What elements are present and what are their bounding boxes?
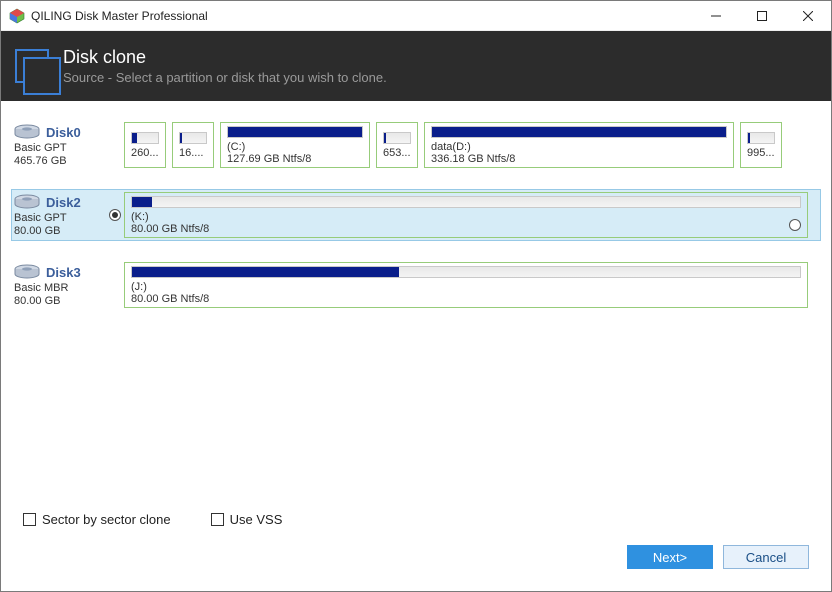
disk-row[interactable]: Disk0 Basic GPT465.76 GB 260... 16.... (C:)1… [11,119,821,171]
partitions: 260... 16.... (C:)127.69 GB Ntfs/8 653... da… [124,120,820,170]
hdd-icon [14,194,40,210]
partition[interactable]: 653... [376,122,418,168]
disk-label: Disk3 Basic MBR80.00 GB [12,260,106,310]
disk-label: Disk2 Basic GPT80.00 GB [12,190,106,240]
disk-name: Disk0 [46,125,81,140]
next-button[interactable]: Next> [627,545,713,569]
partition[interactable]: (K:)80.00 GB Ntfs/8 [124,192,808,238]
disk-name: Disk3 [46,265,81,280]
wizard-header: Disk clone Source - Select a partition o… [1,31,831,101]
window-controls [693,1,831,30]
partition-label: (J:) [131,281,801,293]
checkbox-box [211,513,224,526]
partition-size: 260... [131,147,159,159]
partition[interactable]: 995... [740,122,782,168]
disk-size: 80.00 GB [14,225,106,238]
disk-label: Disk0 Basic GPT465.76 GB [12,120,106,170]
sector-label: Sector by sector clone [42,512,171,527]
disk-row[interactable]: Disk3 Basic MBR80.00 GB (J:)80.00 GB Ntfs/… [11,259,821,311]
partitions: (K:)80.00 GB Ntfs/8 [124,190,820,240]
disk-type: Basic GPT [14,212,106,225]
disk-type: Basic GPT [14,142,106,155]
partition-size: 80.00 GB Ntfs/8 [131,223,801,235]
disk-name: Disk2 [46,195,81,210]
hdd-icon [14,124,40,140]
partitions: (J:)80.00 GB Ntfs/8 [124,260,820,310]
page-subtitle: Source - Select a partition or disk that… [63,70,387,85]
partition[interactable]: (J:)80.00 GB Ntfs/8 [124,262,808,308]
partition-size: 653... [383,147,411,159]
disk-size: 465.76 GB [14,155,106,168]
window-title: QILING Disk Master Professional [31,9,693,23]
disk-size: 80.00 GB [14,295,106,308]
cancel-button[interactable]: Cancel [723,545,809,569]
partition-size: 995... [747,147,775,159]
partition-label: (K:) [131,211,801,223]
partition-label: (C:) [227,141,363,153]
partition-size: 16.... [179,147,207,159]
vss-checkbox[interactable]: Use VSS [211,512,283,527]
vss-label: Use VSS [230,512,283,527]
partition[interactable]: (C:)127.69 GB Ntfs/8 [220,122,370,168]
partition[interactable]: 16.... [172,122,214,168]
titlebar: QILING Disk Master Professional [1,1,831,31]
partition-size: 127.69 GB Ntfs/8 [227,153,363,165]
page-title: Disk clone [63,47,387,68]
partition-label: data(D:) [431,141,727,153]
disk-row[interactable]: Disk2 Basic GPT80.00 GB (K:)80.00 GB Ntfs/… [11,189,821,241]
partition-size: 336.18 GB Ntfs/8 [431,153,727,165]
partition-radio[interactable] [789,219,801,231]
close-button[interactable] [785,1,831,30]
partition-size: 80.00 GB Ntfs/8 [131,293,801,305]
partition[interactable]: data(D:)336.18 GB Ntfs/8 [424,122,734,168]
footer-buttons: Next> Cancel [627,545,809,569]
partition[interactable]: 260... [124,122,166,168]
clone-icon [15,49,49,83]
minimize-button[interactable] [693,1,739,30]
disk-radio[interactable] [106,190,124,240]
options-row: Sector by sector clone Use VSS [23,512,282,527]
hdd-icon [14,264,40,280]
disk-type: Basic MBR [14,282,106,295]
sector-checkbox[interactable]: Sector by sector clone [23,512,171,527]
disk-radio[interactable] [106,260,124,310]
checkbox-box [23,513,36,526]
maximize-button[interactable] [739,1,785,30]
app-icon [9,8,25,24]
disk-radio[interactable] [106,120,124,170]
